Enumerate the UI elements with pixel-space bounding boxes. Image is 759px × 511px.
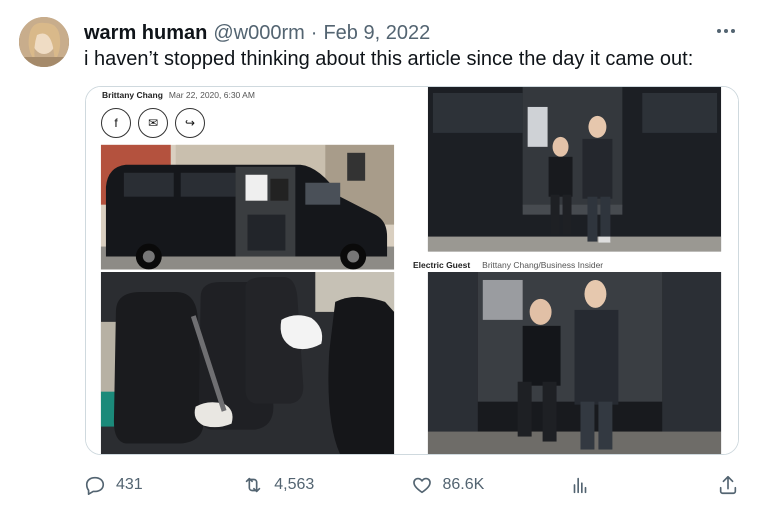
retweet-button[interactable]: 4,563: [242, 474, 392, 496]
reply-icon: [85, 476, 105, 495]
heart-icon: [412, 477, 431, 494]
photo-caption: Electric Guest Brittany Chang/Business I…: [413, 260, 603, 270]
display-name[interactable]: warm human: [84, 22, 207, 45]
article-date: Mar 22, 2020, 6:30 AM: [168, 90, 255, 100]
media-image-3[interactable]: [86, 271, 411, 454]
photo-caption-credit: Brittany Chang/Business Insider: [482, 259, 604, 270]
user-handle[interactable]: @w000rm: [213, 22, 304, 45]
media-grid: Brittany Chang Mar 22, 2020, 6:30 AM f ✉…: [85, 86, 739, 455]
share-arrow-icon[interactable]: ↪: [175, 108, 205, 138]
reply-count: 431: [116, 476, 143, 493]
share-icon: [719, 475, 737, 495]
retweet-icon: [246, 477, 261, 493]
separator-dot: ·: [310, 21, 318, 44]
photo-caption-title: Electric Guest: [413, 259, 471, 270]
avatar-image: [19, 17, 69, 67]
media-image-4[interactable]: [413, 271, 738, 454]
reply-button[interactable]: 431: [84, 474, 224, 496]
media-image-2[interactable]: Electric Guest Brittany Chang/Business I…: [413, 87, 738, 270]
tweet-date[interactable]: Feb 9, 2022: [323, 22, 430, 45]
retweet-count: 4,563: [274, 476, 315, 493]
like-count: 86.6K: [442, 476, 485, 493]
tweet-text: i haven’t stopped thinking about this ar…: [84, 48, 694, 70]
share-button[interactable]: [717, 474, 739, 496]
article-author: Brittany Chang: [102, 90, 163, 100]
tweet-header: warm human @w000rm · Feb 9, 2022: [84, 20, 699, 46]
email-icon[interactable]: ✉: [138, 108, 168, 138]
article-byline: Brittany Chang Mar 22, 2020, 6:30 AM: [102, 90, 255, 100]
media-image-1[interactable]: Brittany Chang Mar 22, 2020, 6:30 AM f ✉…: [86, 87, 411, 270]
avatar[interactable]: [19, 17, 69, 67]
tweet-actions: 431 4,563 86.6K: [84, 470, 739, 500]
views-button[interactable]: [569, 474, 699, 496]
article-share-row: f ✉ ↪: [101, 108, 205, 138]
more-options-icon[interactable]: [713, 18, 739, 44]
like-button[interactable]: 86.6K: [411, 474, 551, 496]
facebook-icon[interactable]: f: [101, 108, 131, 138]
analytics-icon: [573, 477, 587, 494]
